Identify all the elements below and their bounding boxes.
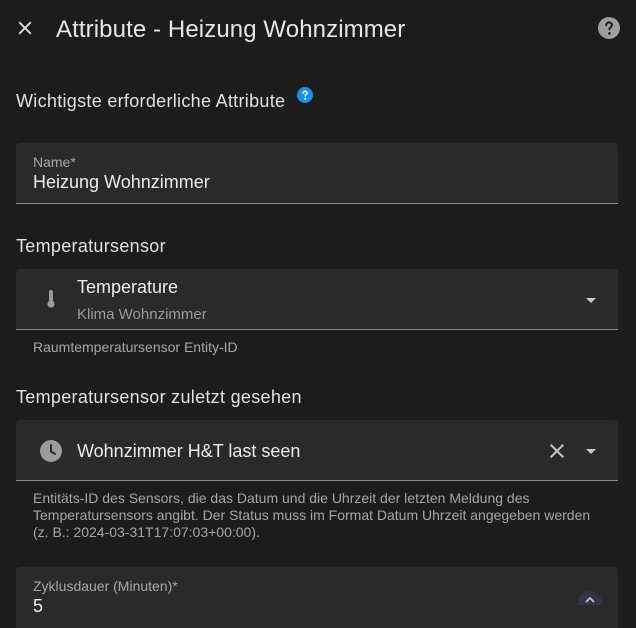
- section-required-attributes: Wichtigste erforderliche Attribute: [16, 87, 313, 112]
- dialog-header: Attribute - Heizung Wohnzimmer: [0, 0, 636, 62]
- cycle-duration-label: Zyklusdauer (Minuten)*: [33, 578, 178, 594]
- cycle-duration-value: 5: [33, 596, 44, 616]
- chevron-up-icon: [578, 591, 602, 605]
- menu-down-icon: [586, 449, 596, 454]
- menu-down-icon: [586, 298, 596, 303]
- dropdown-button[interactable]: [579, 439, 603, 463]
- cycle-duration-field[interactable]: Zyklusdauer (Minuten)* 5: [16, 567, 618, 628]
- close-icon: [18, 21, 32, 35]
- close-icon: [550, 444, 564, 458]
- temperature-sensor-select[interactable]: Temperature Klima Wohnzimmer: [16, 269, 618, 330]
- temperature-sensor-helper: Raumtemperatursensor Entity-ID: [33, 339, 238, 355]
- dropdown-button[interactable]: [579, 288, 603, 312]
- last-seen-value: Wohnzimmer H&T last seen: [77, 441, 301, 461]
- section-temperature-sensor: Temperatursensor: [16, 236, 166, 256]
- clock-icon: [39, 439, 63, 463]
- temperature-sensor-name: Temperature: [77, 277, 179, 297]
- help-button[interactable]: [597, 16, 621, 40]
- increment-button[interactable]: [578, 591, 602, 605]
- last-seen-select[interactable]: Wohnzimmer H&T last seen: [16, 420, 618, 481]
- name-field-label: Name*: [33, 154, 76, 170]
- name-field-value: Heizung Wohnzimmer: [33, 172, 210, 192]
- clear-button[interactable]: [545, 439, 569, 463]
- help-circle-icon: [296, 87, 313, 103]
- name-field[interactable]: Name* Heizung Wohnzimmer: [16, 143, 618, 204]
- dialog-title: Attribute - Heizung Wohnzimmer: [56, 16, 406, 43]
- info-button[interactable]: [296, 87, 313, 103]
- section-label-text: Wichtigste erforderliche Attribute: [16, 91, 286, 111]
- section-last-seen: Temperatursensor zuletzt gesehen: [16, 387, 302, 407]
- close-button[interactable]: [11, 14, 39, 42]
- last-seen-helper: Entitäts-ID des Sensors, die das Datum u…: [33, 490, 591, 540]
- thermometer-icon: [39, 287, 63, 311]
- help-circle-icon: [598, 17, 620, 39]
- temperature-sensor-area: Klima Wohnzimmer: [77, 306, 207, 323]
